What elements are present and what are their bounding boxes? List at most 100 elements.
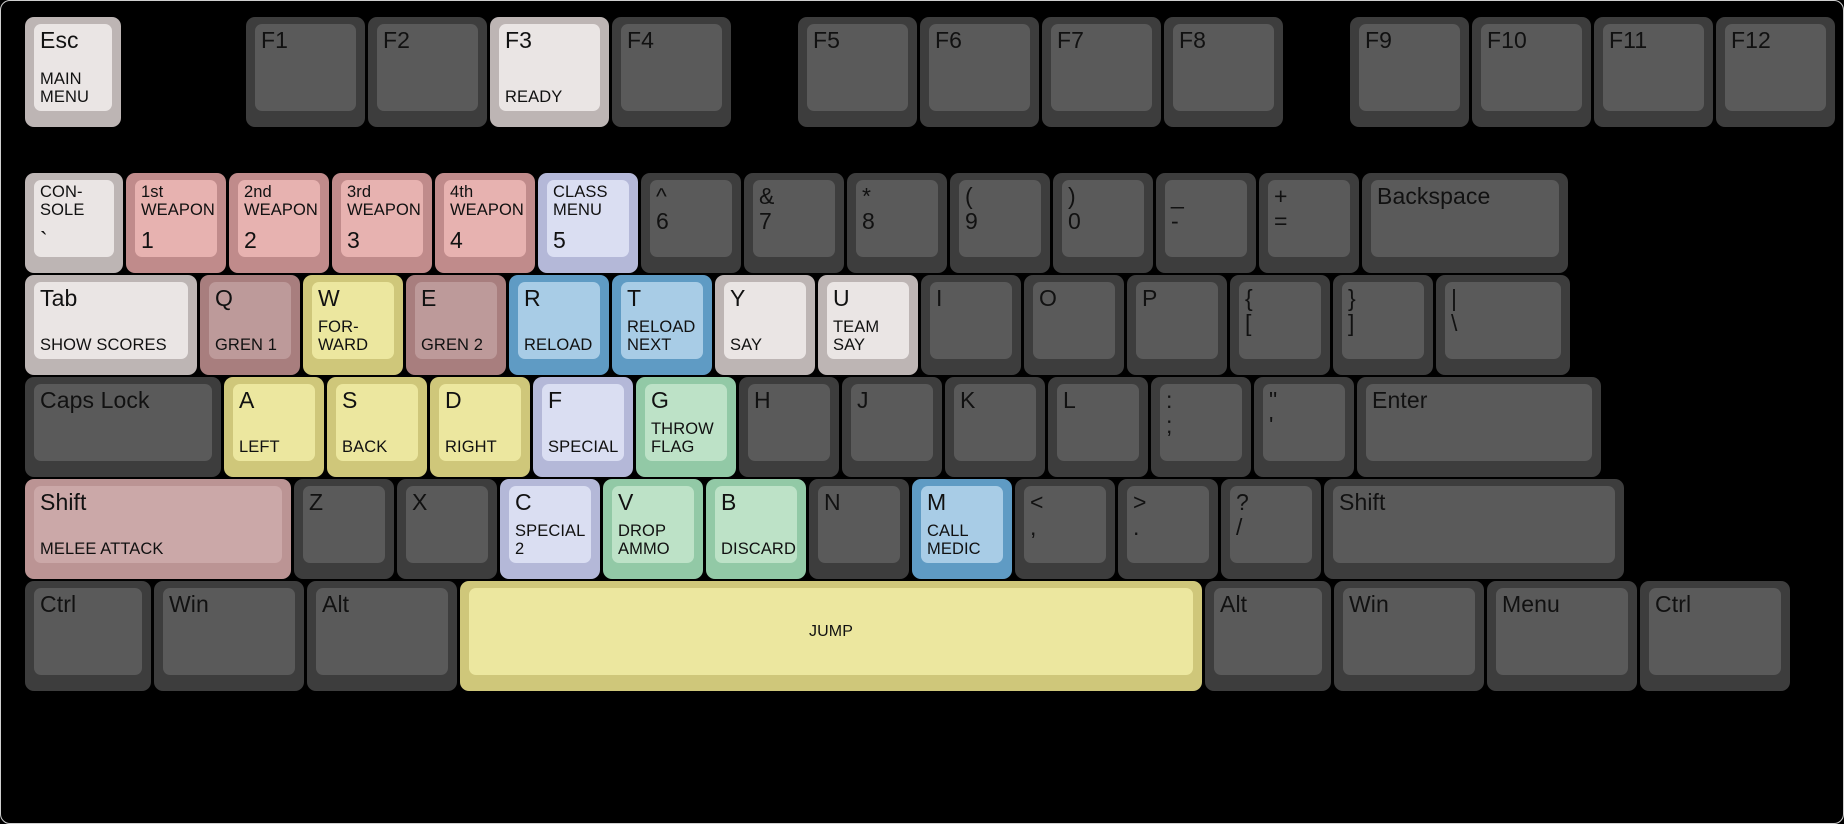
key-f6[interactable]: F6 (920, 17, 1039, 127)
key-u[interactable]: U TEAM SAY (818, 275, 918, 375)
key-alt-right[interactable]: Alt (1205, 581, 1331, 691)
key-f8[interactable]: F8 (1164, 17, 1283, 127)
key-backslash[interactable]: | \ (1436, 275, 1570, 375)
key-face-digit-7: & 7 (753, 180, 835, 257)
key-bracket-left[interactable]: {[ (1230, 275, 1330, 375)
key-digit-3[interactable]: 3 3rd WEAPON (332, 173, 432, 273)
key-f12[interactable]: F12 (1716, 17, 1835, 127)
key-quote[interactable]: " ' (1254, 377, 1354, 477)
key-comma[interactable]: <, (1015, 479, 1115, 579)
key-m[interactable]: M CALL MEDIC (912, 479, 1012, 579)
key-f1[interactable]: F1 (246, 17, 365, 127)
key-f5[interactable]: F5 (798, 17, 917, 127)
key-h[interactable]: H (739, 377, 839, 477)
key-action-t: RELOAD NEXT (627, 318, 696, 355)
key-face-z: Z (303, 486, 385, 563)
key-digit-2[interactable]: 2 2nd WEAPON (229, 173, 329, 273)
key-z[interactable]: Z (294, 479, 394, 579)
key-win-right[interactable]: Win (1334, 581, 1484, 691)
key-legend-minus: _ - (1171, 183, 1184, 234)
key-legend-d: D (445, 387, 462, 413)
key-f11[interactable]: F11 (1594, 17, 1713, 127)
key-x[interactable]: X (397, 479, 497, 579)
key-f2[interactable]: F2 (368, 17, 487, 127)
key-backspace[interactable]: Backspace (1362, 173, 1568, 273)
key-face-y: Y SAY (724, 282, 806, 359)
key-spacer (1348, 336, 1418, 355)
key-bracket-right[interactable]: }] (1333, 275, 1433, 375)
key-o[interactable]: O (1024, 275, 1124, 375)
key-backtick[interactable]: ` CON- SOLE (25, 173, 123, 273)
key-digit-9[interactable]: (9 (950, 173, 1050, 273)
key-spacer (936, 311, 1006, 355)
key-face-f: F SPECIAL (542, 384, 624, 461)
key-legend-o: O (1039, 285, 1057, 311)
key-c[interactable]: C SPECIAL 2 (500, 479, 600, 579)
key-ctrl-left[interactable]: Ctrl (25, 581, 151, 691)
key-s[interactable]: S BACK (327, 377, 427, 477)
key-tab[interactable]: Tab SHOW SCORES (25, 275, 197, 375)
key-v[interactable]: V DROP AMMO (603, 479, 703, 579)
row-gap (1286, 17, 1350, 127)
key-face-menu: Menu (1496, 588, 1628, 675)
key-digit-0[interactable]: ) 0 (1053, 173, 1153, 273)
key-f4[interactable]: F4 (612, 17, 731, 127)
key-legend-bracket-right: }] (1348, 285, 1356, 336)
key-spacer (1377, 209, 1553, 253)
key-t[interactable]: T RELOAD NEXT (612, 275, 712, 375)
key-action-q: GREN 1 (215, 336, 278, 355)
key-enter[interactable]: Enter (1357, 377, 1601, 477)
key-equals[interactable]: + = (1259, 173, 1359, 273)
key-digit-7[interactable]: & 7 (744, 173, 844, 273)
key-ctrl-right[interactable]: Ctrl (1640, 581, 1790, 691)
key-period[interactable]: >. (1118, 479, 1218, 579)
key-digit-6[interactable]: ^ 6 (641, 173, 741, 273)
key-spacer (40, 53, 106, 72)
key-d[interactable]: D RIGHT (430, 377, 530, 477)
key-b[interactable]: B DISCARD (706, 479, 806, 579)
key-k[interactable]: K (945, 377, 1045, 477)
key-shift-left[interactable]: Shift MELEE ATTACK (25, 479, 291, 579)
key-g[interactable]: G THROW FLAG (636, 377, 736, 477)
key-f3[interactable]: F3 READY (490, 17, 609, 127)
key-legend-f5: F5 (813, 27, 841, 53)
key-legend-u: U (833, 285, 850, 311)
key-i[interactable]: I (921, 275, 1021, 375)
key-f10[interactable]: F10 (1472, 17, 1591, 127)
key-legend-h: H (754, 387, 771, 413)
key-esc[interactable]: Esc MAIN MENU (25, 17, 121, 127)
key-a[interactable]: A LEFT (224, 377, 324, 477)
key-n[interactable]: N (809, 479, 909, 579)
key-action-digit-1: 1st WEAPON (141, 183, 215, 219)
key-y[interactable]: Y SAY (715, 275, 815, 375)
key-minus[interactable]: _ - (1156, 173, 1256, 273)
key-spacer (935, 53, 1024, 107)
key-semicolon[interactable]: :; (1151, 377, 1251, 477)
key-q[interactable]: Q GREN 1 (200, 275, 300, 375)
key-slash[interactable]: ? / (1221, 479, 1321, 579)
key-j[interactable]: J (842, 377, 942, 477)
key-shift-right[interactable]: Shift (1324, 479, 1624, 579)
key-r[interactable]: R RELOAD (509, 275, 609, 375)
key-alt-left[interactable]: Alt (307, 581, 457, 691)
key-space[interactable]: JUMP (460, 581, 1202, 691)
key-digit-1[interactable]: 1 1st WEAPON (126, 173, 226, 273)
key-f7[interactable]: F7 (1042, 17, 1161, 127)
key-legend-f9: F9 (1365, 27, 1393, 53)
key-caps-lock[interactable]: Caps Lock (25, 377, 221, 477)
key-menu[interactable]: Menu (1487, 581, 1637, 691)
key-digit-4[interactable]: 4 4th WEAPON (435, 173, 535, 273)
key-e[interactable]: E GREN 2 (406, 275, 506, 375)
key-face-f5: F5 (807, 24, 908, 111)
key-digit-5[interactable]: 5 CLASS MENU (538, 173, 638, 273)
key-f[interactable]: F SPECIAL (533, 377, 633, 477)
key-l[interactable]: L (1048, 377, 1148, 477)
key-w[interactable]: W FOR- WARD (303, 275, 403, 375)
key-legend-digit-2: 2 (244, 227, 257, 254)
key-p[interactable]: P (1127, 275, 1227, 375)
key-f9[interactable]: F9 (1350, 17, 1469, 127)
key-digit-8[interactable]: * 8 (847, 173, 947, 273)
key-spacer (1451, 336, 1555, 355)
key-win-left[interactable]: Win (154, 581, 304, 691)
key-action-digit-2: 2nd WEAPON (244, 183, 318, 219)
